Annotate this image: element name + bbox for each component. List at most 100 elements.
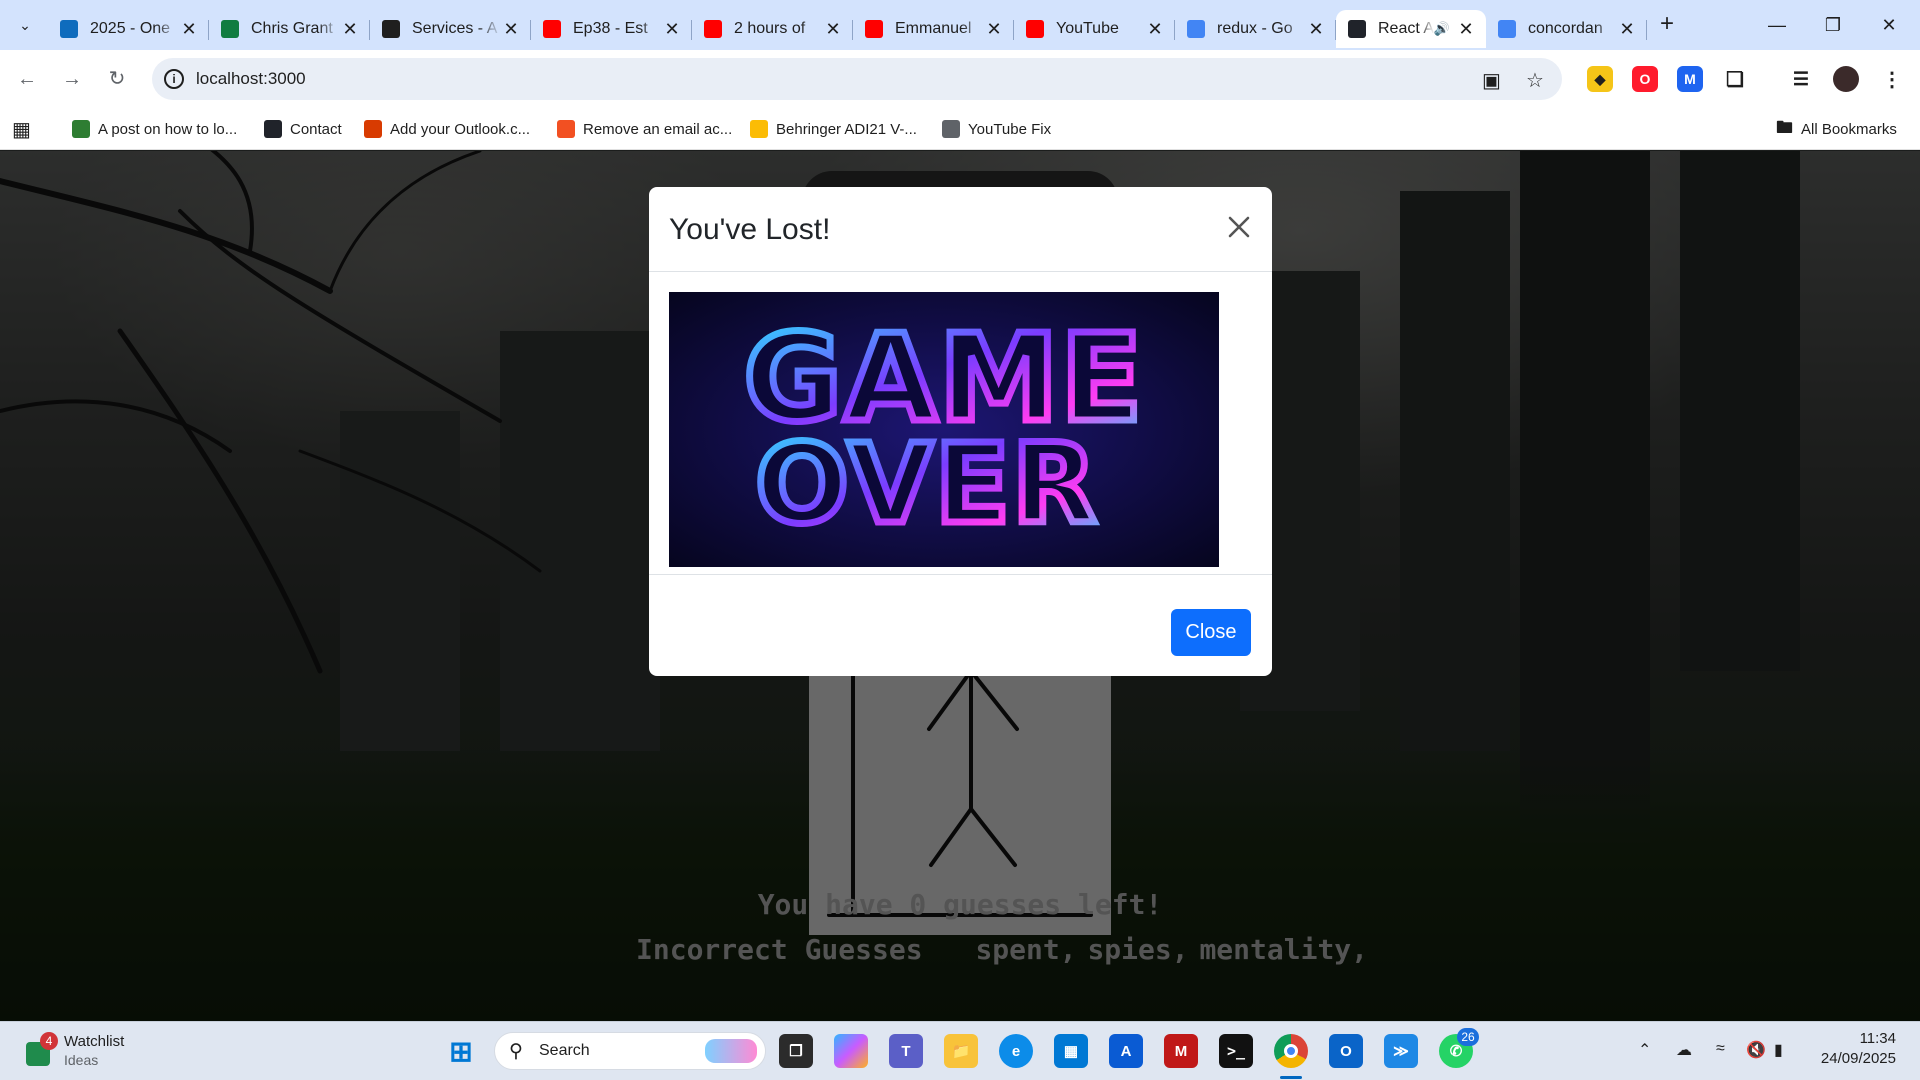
browser-tab[interactable]: YouTube ✕ <box>1014 10 1175 48</box>
tab-close-icon[interactable]: ✕ <box>984 19 1004 40</box>
tab-title: 2025 - One <box>90 20 171 37</box>
browser-tab[interactable]: Emmanuel ✕ <box>853 10 1014 48</box>
mcafee-icon[interactable]: M <box>1164 1034 1198 1068</box>
browser-tab[interactable]: 2025 - One ✕ <box>48 10 209 48</box>
vscode-icon[interactable]: ≫ <box>1384 1034 1418 1068</box>
widget-title: Watchlist <box>64 1033 125 1050</box>
tab-close-icon[interactable]: ✕ <box>662 19 682 40</box>
youtube-icon <box>704 20 722 38</box>
outlook-icon[interactable]: O <box>1329 1034 1363 1068</box>
edge-icon[interactable]: e <box>999 1034 1033 1068</box>
azure-data-studio-icon[interactable]: A <box>1109 1034 1143 1068</box>
tab-title: YouTube <box>1056 20 1119 37</box>
browser-tab[interactable]: 2 hours of ✕ <box>692 10 853 48</box>
browser-tab[interactable]: Services - A ✕ <box>370 10 531 48</box>
bookmarks-bar: ▦ A post on how to lo... Contact Add your … <box>0 108 1920 150</box>
file-explorer-icon[interactable]: 📁 <box>944 1034 978 1068</box>
youtube-icon <box>865 20 883 38</box>
bookmark-item[interactable]: Contact <box>264 116 342 142</box>
task-view-icon[interactable]: ❐ <box>779 1034 813 1068</box>
address-bar[interactable]: i localhost:3000 ▣ ☆ <box>152 58 1562 100</box>
browser-tab[interactable]: Chris Grant ✕ <box>209 10 370 48</box>
close-window-button[interactable]: ✕ <box>1862 0 1916 50</box>
tab-title: redux - Go <box>1217 20 1293 37</box>
bookmark-item[interactable]: Behringer ADI21 V-... <box>750 116 917 142</box>
bookmark-item[interactable]: A post on how to lo... <box>72 116 237 142</box>
site-info-icon[interactable]: i <box>164 69 184 89</box>
modal-close-x-icon[interactable] <box>1221 209 1257 245</box>
search-icon: ⚲ <box>509 1041 523 1062</box>
tab-close-icon[interactable]: ✕ <box>1617 19 1637 40</box>
terminal-icon[interactable]: >_ <box>1219 1034 1253 1068</box>
react-icon <box>1348 20 1366 38</box>
widget-badge: 4 <box>40 1032 58 1050</box>
tab-title: 2 hours of <box>734 20 806 37</box>
minimize-button[interactable]: — <box>1750 0 1804 50</box>
tab-title: Emmanuel <box>895 20 972 37</box>
malwarebytes-extension-icon[interactable]: M <box>1677 66 1703 92</box>
audio-playing-icon[interactable]: 🔊 <box>1434 21 1450 37</box>
watchlist-widget[interactable]: 4 Watchlist Ideas <box>22 1030 162 1074</box>
browser-tab[interactable]: concordan ✕ <box>1486 10 1647 48</box>
back-button[interactable]: ← <box>12 64 42 94</box>
chrome-taskbar-icon[interactable] <box>1274 1034 1308 1068</box>
search-label: Search <box>539 1042 590 1059</box>
wifi-icon[interactable]: ≈ <box>1716 1040 1725 1058</box>
media-controls-icon[interactable]: ☰ <box>1788 66 1814 92</box>
show-hidden-icons-chevron-icon[interactable]: ⌃ <box>1638 1040 1651 1060</box>
excel-icon <box>221 20 239 38</box>
chrome-menu-icon[interactable]: ⋮ <box>1879 66 1905 92</box>
copilot-icon[interactable] <box>834 1034 868 1068</box>
microsoft-store-icon[interactable]: ▦ <box>1054 1034 1088 1068</box>
tab-close-icon[interactable]: ✕ <box>1145 19 1165 40</box>
browser-tab[interactable]: Ep38 - Est ✕ <box>531 10 692 48</box>
profile-avatar[interactable] <box>1833 66 1859 92</box>
bookmark-label: Behringer ADI21 V-... <box>776 120 917 138</box>
opera-extension-icon[interactable]: O <box>1632 66 1658 92</box>
clock-time[interactable]: 11:34 <box>1826 1030 1896 1047</box>
battery-icon[interactable]: ▮ <box>1774 1040 1783 1060</box>
google-icon <box>1187 20 1205 38</box>
teams-icon[interactable]: T <box>889 1034 923 1068</box>
browser-tab[interactable]: React A 🔊 ✕ <box>1336 10 1486 48</box>
google-icon <box>1498 20 1516 38</box>
tab-close-icon[interactable]: ✕ <box>179 19 199 40</box>
tab-close-icon[interactable]: ✕ <box>340 19 360 40</box>
widget-subtitle: Ideas <box>64 1052 99 1068</box>
tab-close-icon[interactable]: ✕ <box>823 19 843 40</box>
tab-title: concordan <box>1528 20 1603 37</box>
tab-search-chevron-icon[interactable]: ⌄ <box>10 10 40 40</box>
restore-button[interactable]: ❐ <box>1806 0 1860 50</box>
tab-list: 2025 - One ✕ Chris Grant ✕ Services - A ✕ Ep38… <box>48 6 1647 50</box>
bookmark-item[interactable]: Remove an email ac... <box>557 116 732 142</box>
reload-button[interactable]: ↻ <box>102 64 132 94</box>
clock-date[interactable]: 24/09/2025 <box>1808 1050 1896 1067</box>
onedrive-cloud-icon[interactable]: ☁ <box>1676 1040 1692 1060</box>
forward-button[interactable]: → <box>57 64 87 94</box>
extensions-puzzle-icon[interactable]: ❏ <box>1722 66 1748 92</box>
bookmark-item[interactable]: YouTube Fix <box>942 116 1051 142</box>
apps-grid-icon[interactable]: ▦ <box>12 116 31 142</box>
all-bookmarks-button[interactable]: 🖿 All Bookmarks <box>1776 116 1897 142</box>
new-tab-button[interactable]: + <box>1652 10 1682 40</box>
bookmark-star-icon[interactable]: ☆ <box>1526 68 1544 93</box>
bookmark-label: Remove an email ac... <box>583 120 733 138</box>
tab-title: React A <box>1378 20 1434 37</box>
modal-header: You've Lost! <box>649 187 1272 272</box>
bookmark-item[interactable]: Add your Outlook.c... <box>364 116 530 142</box>
tab-close-icon[interactable]: ✕ <box>1456 19 1476 40</box>
modal-title: You've Lost! <box>669 213 831 246</box>
taskbar-search[interactable]: ⚲ Search <box>494 1032 766 1070</box>
google-icon <box>750 120 768 138</box>
game-over-word-2: OVER <box>755 420 1099 548</box>
react-icon <box>264 120 282 138</box>
extension-icon-1[interactable]: ◆ <box>1587 66 1613 92</box>
tab-close-icon[interactable]: ✕ <box>1306 19 1326 40</box>
browser-tab[interactable]: redux - Go ✕ <box>1175 10 1336 48</box>
tab-close-icon[interactable]: ✕ <box>501 19 521 40</box>
url-text[interactable]: localhost:3000 <box>196 69 306 89</box>
install-app-icon[interactable]: ▣ <box>1482 68 1501 93</box>
modal-close-button[interactable]: Close <box>1171 609 1251 656</box>
speaker-muted-icon[interactable]: 🔇 <box>1746 1040 1766 1060</box>
windows-start-icon[interactable]: ⊞ <box>444 1034 478 1068</box>
